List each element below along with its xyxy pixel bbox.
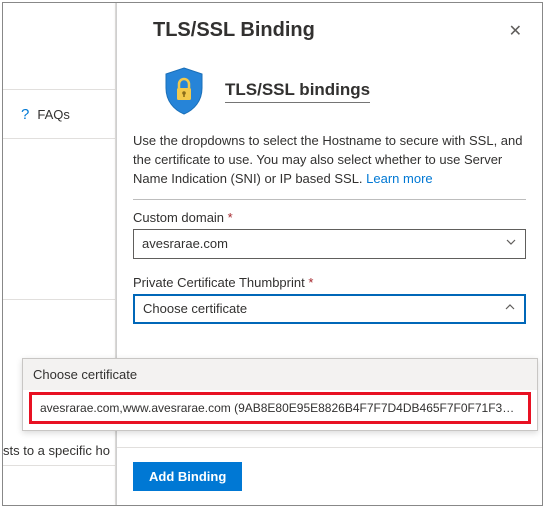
custom-domain-label-text: Custom domain	[133, 210, 224, 225]
thumbprint-label: Private Certificate Thumbprint *	[133, 275, 526, 290]
faqs-label: FAQs	[37, 107, 70, 122]
thumbprint-dropdown: Choose certificate avesrarae.com,www.ave…	[22, 358, 538, 431]
chevron-up-icon	[504, 301, 516, 316]
add-binding-button[interactable]: Add Binding	[133, 462, 242, 491]
custom-domain-label: Custom domain *	[133, 210, 526, 225]
dropdown-item[interactable]: avesrarae.com,www.avesrarae.com (9AB8E80…	[32, 395, 528, 421]
bg-truncated-text: sts to a specific ho	[3, 443, 110, 458]
panel-description: Use the dropdowns to select the Hostname…	[133, 128, 526, 195]
panel-title: TLS/SSL Binding	[153, 19, 315, 42]
shield-lock-icon	[163, 66, 205, 116]
custom-domain-value: avesrarae.com	[142, 236, 228, 251]
thumbprint-select[interactable]: Choose certificate	[133, 294, 526, 324]
question-icon: ?	[21, 106, 29, 123]
panel-header: TLS/SSL Binding ✕	[117, 3, 542, 54]
sub-title: TLS/SSL bindings	[225, 80, 370, 103]
bg-divider-mid	[3, 299, 115, 300]
desc-text: Use the dropdowns to select the Hostname…	[133, 133, 523, 186]
required-marker: *	[228, 210, 233, 225]
panel-divider	[133, 199, 526, 200]
thumbprint-value: Choose certificate	[143, 301, 247, 316]
panel-footer: Add Binding	[117, 447, 542, 505]
thumbprint-label-text: Private Certificate Thumbprint	[133, 275, 305, 290]
panel-body: TLS/SSL bindings Use the dropdowns to se…	[117, 54, 542, 447]
tls-ssl-binding-panel: TLS/SSL Binding ✕ TLS/SSL bindings Use t…	[116, 3, 542, 505]
learn-more-link[interactable]: Learn more	[366, 171, 432, 186]
dropdown-highlight: avesrarae.com,www.avesrarae.com (9AB8E80…	[29, 392, 531, 424]
required-marker: *	[308, 275, 313, 290]
chevron-down-icon	[505, 236, 517, 251]
dropdown-header: Choose certificate	[23, 359, 537, 390]
close-icon[interactable]: ✕	[509, 21, 522, 41]
custom-domain-select[interactable]: avesrarae.com	[133, 229, 526, 259]
panel-subheader: TLS/SSL bindings	[133, 54, 526, 128]
faqs-row[interactable]: ? FAQs	[3, 89, 115, 139]
bg-divider-bottom	[3, 465, 115, 466]
